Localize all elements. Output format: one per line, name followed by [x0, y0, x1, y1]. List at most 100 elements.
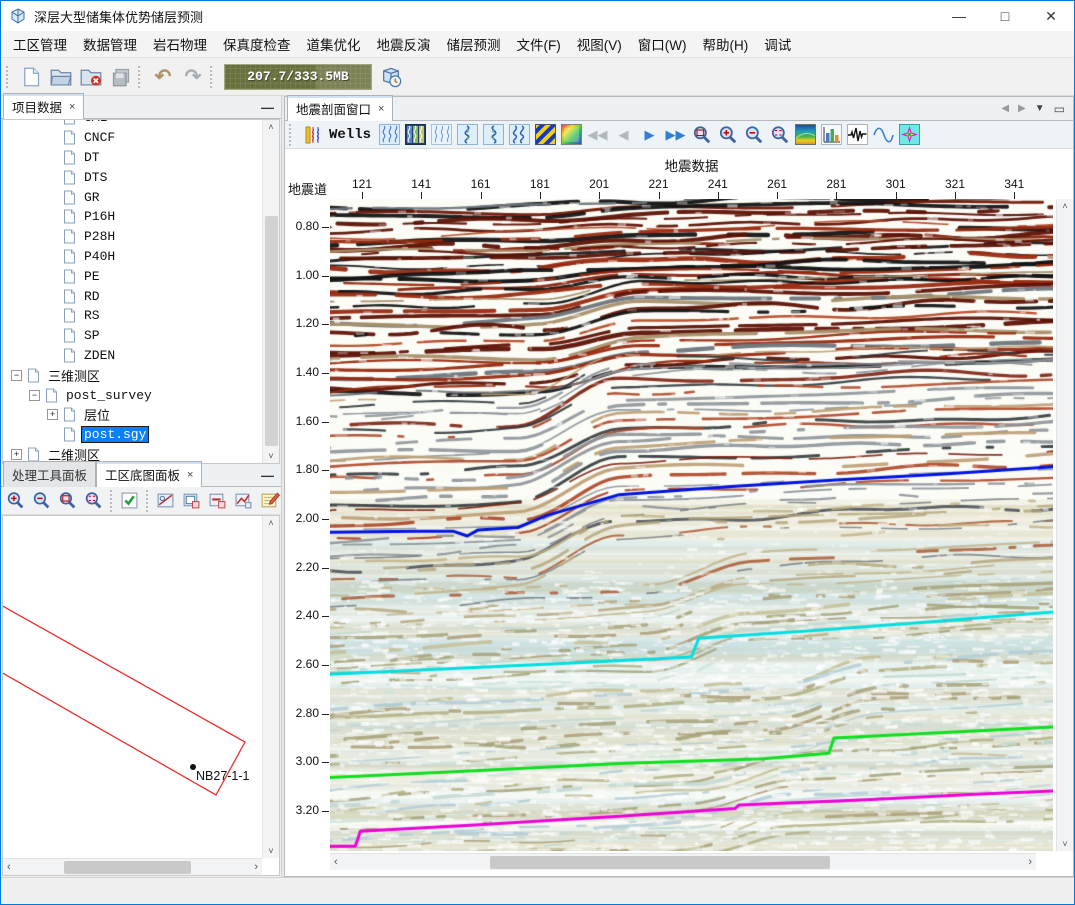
scroll-thumb[interactable] [64, 861, 191, 874]
basemap-canvas[interactable]: NB27-1-1 [3, 516, 262, 858]
menu-item-5[interactable]: 道集优化 [299, 30, 369, 58]
seismic-vertical-scrollbar[interactable]: ˄ ˅ [1056, 199, 1073, 851]
collapse-icon[interactable]: − [11, 370, 22, 381]
inline-view-icon[interactable] [180, 489, 203, 512]
scroll-left-icon[interactable]: ‹ [330, 854, 342, 870]
panel-minimize-icon[interactable]: — [261, 100, 274, 115]
tree-row[interactable]: GR [3, 187, 262, 207]
first-section-icon[interactable]: ◀◀ [586, 123, 609, 146]
tab-close-icon[interactable]: × [187, 469, 193, 481]
collapse-icon[interactable]: − [29, 390, 40, 401]
tree-vertical-scrollbar[interactable]: ˄ ˅ [262, 120, 279, 463]
tree-item-label[interactable]: CNCF [81, 130, 118, 145]
tree-row[interactable]: RS [3, 306, 262, 326]
scroll-down-icon[interactable]: ˅ [264, 844, 277, 858]
wiggle-display-icon[interactable] [378, 123, 401, 146]
tab-close-icon[interactable]: × [69, 101, 75, 113]
menu-item-4[interactable]: 保真度检查 [215, 30, 299, 58]
scroll-up-icon[interactable]: ˄ [264, 120, 277, 134]
zoom-in-icon[interactable] [4, 489, 27, 512]
tree-row[interactable]: P40H [3, 247, 262, 267]
basemap-panel[interactable]: NB27-1-1 ˄ ˅ ‹ › [2, 515, 280, 876]
previous-section-icon[interactable]: ◀ [612, 123, 635, 146]
panel-minimize-icon[interactable]: — [261, 468, 274, 483]
tab-seismic-section[interactable]: 地震剖面窗口 × [287, 95, 393, 121]
histogram-icon[interactable] [820, 123, 843, 146]
layer-visibility-icon[interactable] [118, 489, 141, 512]
tab-project-data[interactable]: 项目数据 × [3, 93, 84, 119]
tree-row[interactable]: + 层位 [3, 405, 262, 425]
tree-item-label[interactable]: GR [81, 190, 103, 205]
colormap-icon[interactable] [794, 123, 817, 146]
survey-outline[interactable] [3, 604, 245, 795]
tree-row[interactable]: ZDEN [3, 346, 262, 366]
tree-row[interactable]: CNCF [3, 128, 262, 148]
menu-item-9[interactable]: 视图(V) [569, 30, 630, 58]
zoom-reset-icon[interactable] [768, 123, 791, 146]
close-button[interactable]: ✕ [1028, 1, 1074, 31]
scroll-left-icon[interactable]: ‹ [3, 859, 15, 875]
tree-item-label[interactable]: P28H [81, 229, 118, 244]
survey-bounds-icon[interactable] [154, 489, 177, 512]
map-horizontal-scrollbar[interactable]: ‹ › [3, 858, 262, 875]
wiggle-only-display-icon[interactable] [430, 123, 453, 146]
tab-scroll-right-icon[interactable]: ▶ [1018, 103, 1026, 114]
tree-row[interactable]: CAL [3, 120, 262, 128]
tree-item-label[interactable]: P40H [81, 249, 118, 264]
tree-item-label[interactable]: 三维测区 [45, 366, 103, 385]
menu-item-1[interactable]: 工区管理 [5, 30, 75, 58]
menu-item-3[interactable]: 岩石物理 [145, 30, 215, 58]
attribute-star-icon[interactable] [898, 123, 921, 146]
tab-list-icon[interactable]: ▼ [1035, 103, 1045, 114]
database-status-icon[interactable] [376, 62, 406, 92]
zoom-region-icon[interactable] [690, 123, 713, 146]
next-section-icon[interactable]: ▶ [638, 123, 661, 146]
restore-pane-icon[interactable]: ▭ [1054, 102, 1065, 116]
zoom-in-icon[interactable] [716, 123, 739, 146]
menu-item-8[interactable]: 文件(F) [509, 30, 569, 58]
annotate-icon[interactable] [258, 489, 281, 512]
scroll-thumb[interactable] [490, 856, 830, 869]
redo-button[interactable]: ↷ [178, 62, 208, 92]
tree-row[interactable]: P28H [3, 227, 262, 247]
tree-item-label[interactable]: DTS [81, 170, 110, 185]
scroll-down-icon[interactable]: ˅ [1058, 837, 1071, 851]
tree-row[interactable]: − 三维测区 [3, 365, 262, 385]
zoom-out-icon[interactable] [30, 489, 53, 512]
tree-row[interactable]: PE [3, 266, 262, 286]
scroll-up-icon[interactable]: ˄ [264, 516, 277, 530]
scroll-up-icon[interactable]: ˄ [1058, 199, 1071, 213]
tree-item-label[interactable]: CAL [81, 120, 110, 125]
close-project-button[interactable] [76, 62, 106, 92]
menu-item-12[interactable]: 调试 [756, 30, 799, 58]
tree-item-label[interactable]: RD [81, 289, 103, 304]
tree-item-label[interactable]: 层位 [81, 405, 113, 424]
variable-area-neg-icon[interactable] [482, 123, 505, 146]
tab-basemap-panel[interactable]: 工区底图面板 × [96, 461, 202, 487]
tree-item-label[interactable]: post.sgy [81, 426, 149, 443]
menu-item-6[interactable]: 地震反演 [369, 30, 439, 58]
tree-row[interactable]: DT [3, 148, 262, 168]
scroll-right-icon[interactable]: › [250, 859, 262, 875]
tree-item-label[interactable]: post_survey [63, 388, 155, 403]
scroll-down-icon[interactable]: ˅ [264, 449, 277, 463]
menu-item-11[interactable]: 帮助(H) [694, 30, 756, 58]
wavelet-icon[interactable] [846, 123, 869, 146]
tree-row[interactable]: P16H [3, 207, 262, 227]
new-project-button[interactable] [16, 62, 46, 92]
tree-row[interactable]: SP [3, 326, 262, 346]
tree-item-label[interactable]: SP [81, 328, 103, 343]
variable-area-pos-icon[interactable] [456, 123, 479, 146]
open-project-button[interactable] [46, 62, 76, 92]
zoom-region-icon[interactable] [56, 489, 79, 512]
tab-close-icon[interactable]: × [378, 103, 384, 115]
wells-display-icon[interactable] [302, 123, 325, 146]
wiggle-group-display-icon[interactable] [508, 123, 531, 146]
maximize-button[interactable]: □ [982, 1, 1028, 31]
tree-item-label[interactable]: P16H [81, 209, 118, 224]
palette-display-icon[interactable] [560, 123, 583, 146]
tree-item-label[interactable]: RS [81, 308, 103, 323]
menu-item-7[interactable]: 储层预测 [439, 30, 509, 58]
tree-row[interactable]: RD [3, 286, 262, 306]
expand-icon[interactable]: + [47, 409, 58, 420]
